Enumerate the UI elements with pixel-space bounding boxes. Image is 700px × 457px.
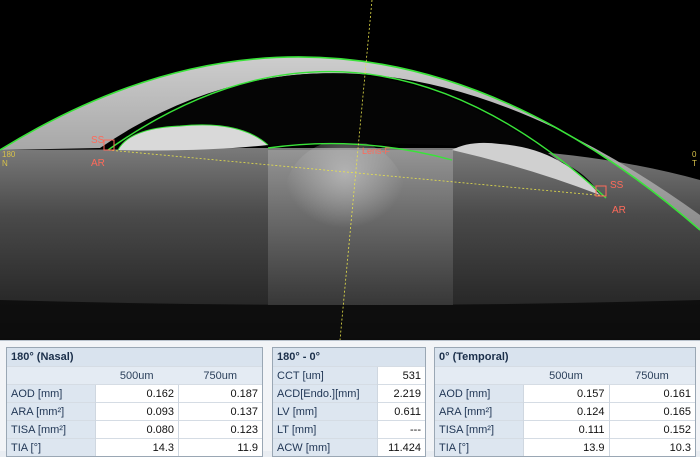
ss-right-label: SS [610, 180, 624, 191]
nasal-title: 180° (Nasal) [7, 348, 262, 367]
temporal-title: 0° (Temporal) [435, 348, 695, 367]
row-label: CCT [um] [273, 366, 378, 385]
temporal-header-blank [435, 366, 523, 385]
row-value: 0.611 [377, 402, 425, 421]
ss-left-label: SS [91, 135, 105, 146]
value-750: 0.123 [178, 420, 262, 439]
table-row: LV [mm] 0.611 [273, 402, 425, 421]
table-row: TIA [°] 14.3 11.9 [7, 438, 262, 456]
temporal-panel: 0° (Temporal) 500um 750um AOD [mm] 0.157… [434, 347, 696, 457]
value-750: 11.9 [178, 438, 262, 456]
table-row: ARA [mm²] 0.124 0.165 [435, 402, 695, 421]
value-500: 0.124 [522, 402, 609, 421]
lens-glow [285, 140, 405, 250]
row-label: AOD [mm] [435, 384, 523, 403]
row-label: TIA [°] [435, 438, 523, 456]
value-750: 0.152 [608, 420, 695, 439]
row-label: ARA [mm²] [7, 402, 95, 421]
row-label: TISA [mm²] [7, 420, 95, 439]
value-750: 10.3 [608, 438, 695, 456]
left-edge-label: 180 N [2, 150, 15, 168]
row-value: 11.424 [377, 438, 425, 456]
table-row: AOD [mm] 0.162 0.187 [7, 384, 262, 403]
row-label: TIA [°] [7, 438, 95, 456]
left-edge-degree: 180 [2, 150, 16, 159]
center-table: 180° - 0° CCT [um] 531 ACD[Endo.][mm] 2.… [273, 348, 425, 456]
oct-scan-drawing [0, 0, 700, 340]
row-label: AOD [mm] [7, 384, 95, 403]
measurements-area: 180° (Nasal) 500um 750um AOD [mm] 0.162 … [0, 340, 700, 457]
dark-bottom-band [0, 300, 700, 340]
temporal-table: 0° (Temporal) 500um 750um AOD [mm] 0.157… [435, 348, 695, 456]
table-row: TISA [mm²] 0.111 0.152 [435, 420, 695, 439]
value-750: 0.165 [608, 402, 695, 421]
temporal-header-750: 750um [609, 366, 695, 385]
value-500: 0.157 [522, 384, 609, 403]
value-750: 0.137 [178, 402, 262, 421]
table-row: CCT [um] 531 [273, 366, 425, 385]
center-panel: 180° - 0° CCT [um] 531 ACD[Endo.][mm] 2.… [272, 347, 426, 457]
value-500: 0.080 [94, 420, 179, 439]
right-edge-side: T [692, 159, 697, 168]
table-row: TISA [mm²] 0.080 0.123 [7, 420, 262, 439]
ar-left-label: AR [91, 158, 105, 169]
row-value: 2.219 [377, 384, 425, 403]
row-value: 531 [377, 366, 425, 385]
row-label: ARA [mm²] [435, 402, 523, 421]
table-row: AOD [mm] 0.157 0.161 [435, 384, 695, 403]
left-edge-side: N [2, 159, 8, 168]
table-row: TIA [°] 13.9 10.3 [435, 438, 695, 456]
right-edge-label: 0 T [692, 150, 697, 168]
value-500: 13.9 [522, 438, 609, 456]
table-row: ACD[Endo.][mm] 2.219 [273, 384, 425, 403]
value-500: 0.093 [94, 402, 179, 421]
table-row: ARA [mm²] 0.093 0.137 [7, 402, 262, 421]
row-label: ACD[Endo.][mm] [273, 384, 378, 403]
value-500: 0.111 [522, 420, 609, 439]
center-title: 180° - 0° [273, 348, 425, 367]
value-500: 14.3 [94, 438, 179, 456]
row-label: LT [mm] [273, 420, 378, 439]
row-label: LV [mm] [273, 402, 378, 421]
nasal-panel: 180° (Nasal) 500um 750um AOD [mm] 0.162 … [6, 347, 263, 457]
table-row: ACW [mm] 11.424 [273, 438, 425, 456]
nasal-header-750: 750um [178, 366, 262, 385]
nasal-header-500: 500um [95, 366, 179, 385]
row-label: ACW [mm] [273, 438, 378, 456]
row-value: --- [377, 420, 425, 439]
value-750: 0.187 [178, 384, 262, 403]
lens-front-label: Lens-F [362, 146, 391, 156]
value-500: 0.162 [94, 384, 179, 403]
ar-right-label: AR [612, 205, 626, 216]
table-row: LT [mm] --- [273, 420, 425, 439]
temporal-header-500: 500um [523, 366, 609, 385]
nasal-header-blank [7, 366, 95, 385]
value-750: 0.161 [608, 384, 695, 403]
right-edge-degree: 0 [692, 150, 697, 159]
row-label: TISA [mm²] [435, 420, 523, 439]
oct-scan-image: 180 N 0 T SS AR Lens-F SS AR [0, 0, 700, 340]
nasal-table: 180° (Nasal) 500um 750um AOD [mm] 0.162 … [7, 348, 262, 456]
